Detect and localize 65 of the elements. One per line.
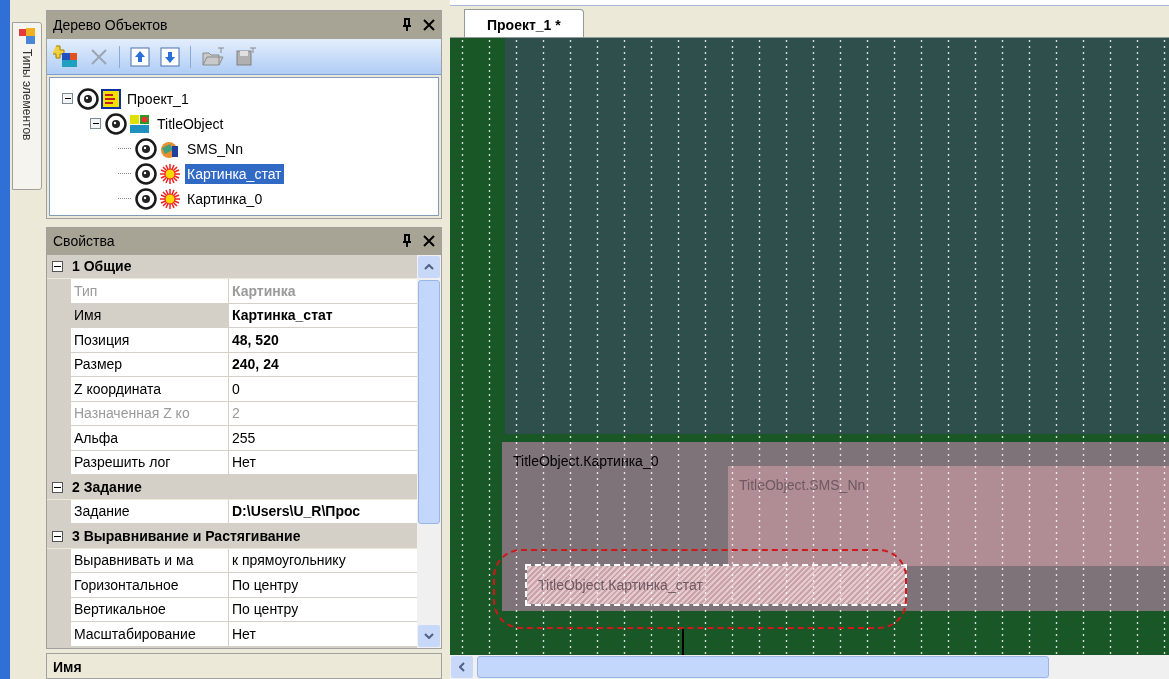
collapse-toggle[interactable] bbox=[52, 481, 63, 493]
category-label: 1 Общие bbox=[72, 257, 132, 277]
tree-item[interactable]: Проект_1 bbox=[125, 88, 191, 109]
category-label: 3 Выравнивание и Растягивание bbox=[72, 526, 301, 546]
property-value[interactable]: D:\Users\U_R\Прос bbox=[229, 500, 417, 525]
close-icon[interactable] bbox=[423, 19, 435, 31]
pin-icon[interactable] bbox=[401, 234, 413, 249]
object-label: TitleObject.Картинка_0 bbox=[513, 452, 659, 471]
panel-title: Дерево Объектов bbox=[53, 15, 169, 35]
property-name[interactable]: Горизонтальное bbox=[71, 573, 229, 598]
property-name[interactable]: Размер bbox=[71, 353, 229, 378]
horizontal-scrollbar[interactable] bbox=[450, 655, 1169, 679]
collapse-toggle[interactable] bbox=[90, 118, 101, 129]
tree-item[interactable]: Картинка_0 bbox=[185, 188, 265, 209]
property-value[interactable]: 240, 24 bbox=[229, 353, 417, 378]
scroll-left-icon[interactable] bbox=[451, 656, 473, 678]
property-value[interactable]: Нет bbox=[229, 622, 417, 647]
property-value[interactable]: 48, 520 bbox=[229, 328, 417, 353]
property-name[interactable]: Задание bbox=[71, 500, 229, 525]
sun-icon bbox=[159, 187, 181, 210]
document-tab[interactable]: Проект_1 * bbox=[464, 9, 584, 37]
scroll-thumb[interactable] bbox=[418, 280, 440, 524]
property-name[interactable]: Разрешить лог bbox=[71, 451, 229, 476]
collapse-toggle[interactable] bbox=[62, 93, 73, 104]
scroll-thumb[interactable] bbox=[477, 656, 1049, 678]
scroll-up-icon[interactable] bbox=[418, 256, 440, 278]
property-name[interactable]: Позиция bbox=[71, 328, 229, 353]
panel-title: Свойства bbox=[53, 232, 116, 251]
property-value[interactable]: к прямоугольнику bbox=[229, 549, 417, 574]
eye-icon[interactable] bbox=[77, 87, 99, 110]
close-icon[interactable] bbox=[423, 235, 435, 248]
eye-icon[interactable] bbox=[135, 162, 157, 185]
pin-icon[interactable] bbox=[401, 18, 413, 32]
property-name[interactable]: Масштабирование bbox=[71, 622, 229, 647]
object-group-icon bbox=[129, 113, 151, 134]
tree-item[interactable]: Картинка_стат bbox=[185, 163, 284, 184]
property-value[interactable]: Нет bbox=[229, 451, 417, 476]
property-value[interactable]: 255 bbox=[229, 426, 417, 451]
property-name[interactable]: Выравнивать и ма bbox=[71, 549, 229, 574]
property-value[interactable]: Картинка_стат bbox=[229, 304, 417, 329]
move-up-icon[interactable] bbox=[130, 46, 150, 67]
tree-item[interactable]: SMS_Nn bbox=[185, 138, 246, 159]
vertical-scrollbar[interactable] bbox=[417, 255, 441, 648]
description-title: Имя bbox=[53, 659, 82, 675]
eye-icon[interactable] bbox=[135, 137, 157, 160]
property-value[interactable]: 0 bbox=[229, 377, 417, 402]
collapse-toggle[interactable] bbox=[52, 530, 63, 542]
eye-icon[interactable] bbox=[105, 112, 127, 135]
collapse-toggle[interactable] bbox=[52, 261, 63, 273]
move-down-icon[interactable] bbox=[160, 46, 180, 67]
diagram-icon bbox=[101, 88, 121, 109]
tree-item[interactable]: TitleObject bbox=[155, 113, 226, 134]
property-name[interactable]: Вертикальное bbox=[71, 598, 229, 623]
category-label: 2 Задание bbox=[72, 477, 142, 497]
property-name[interactable]: Z координата bbox=[71, 377, 229, 402]
side-tab[interactable]: Типы элементов bbox=[12, 22, 42, 190]
sun-icon bbox=[159, 162, 181, 185]
property-name[interactable]: Альфа bbox=[71, 426, 229, 451]
scroll-down-icon[interactable] bbox=[418, 625, 440, 647]
palette-icon bbox=[18, 27, 36, 45]
side-tab-label: Типы элементов bbox=[19, 49, 35, 141]
property-value[interactable]: По центру bbox=[229, 598, 417, 623]
property-value[interactable]: По центру bbox=[229, 573, 417, 598]
add-object-icon[interactable] bbox=[53, 44, 79, 69]
eye-icon[interactable] bbox=[135, 187, 157, 210]
